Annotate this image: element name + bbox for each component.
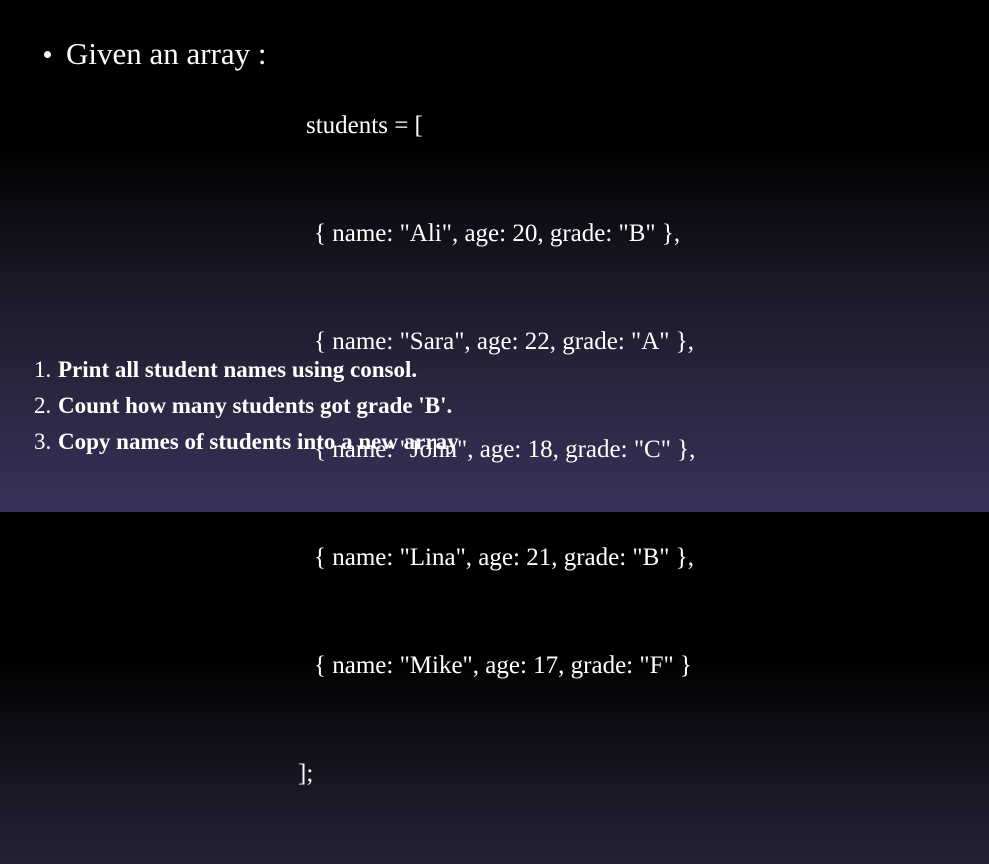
code-line: { name: "Mike", age: 17, grade: "F" } — [314, 652, 692, 679]
task-number: 1. — [34, 357, 52, 382]
task-item: 2. Count how many students got grade 'B'. — [34, 388, 459, 424]
task-item: 3. Copy names of students into a new arra… — [34, 424, 459, 460]
code-line: { name: "Ali", age: 20, grade: "B" }, — [314, 220, 681, 247]
bullet-item: Given an array : — [44, 34, 267, 74]
code-line: students = [ — [306, 112, 423, 139]
task-text: Print all student names using consol. — [58, 357, 418, 382]
task-text: Copy names of students into a new array — [58, 429, 459, 454]
task-list: 1. Print all student names using consol. … — [34, 352, 459, 460]
bullet-dot-icon — [44, 51, 51, 59]
task-number: 2. — [34, 393, 52, 418]
code-line: ]; — [298, 760, 314, 787]
slide: Given an array : students = [ { name: "A… — [0, 0, 989, 787]
code-line: { name: "Lina", age: 21, grade: "B" }, — [314, 544, 694, 571]
bullet-text: Given an array : — [66, 36, 267, 71]
task-number: 3. — [34, 429, 52, 454]
task-item: 1. Print all student names using consol. — [34, 352, 459, 388]
task-text: Count how many students got grade 'B'. — [58, 393, 453, 418]
